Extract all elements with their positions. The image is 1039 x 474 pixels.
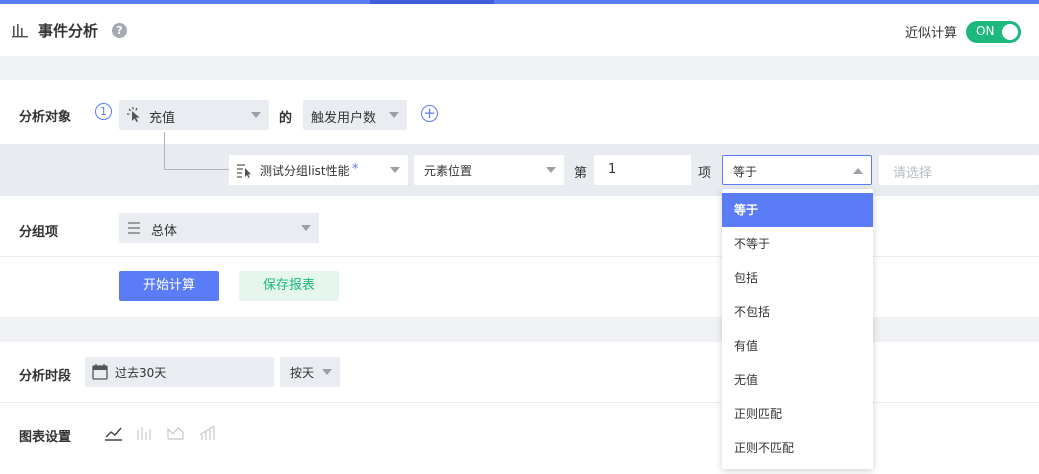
metric-select[interactable]: 触发用户数 (303, 100, 407, 130)
chevron-down-icon (322, 369, 332, 375)
date-range-select[interactable]: 过去30天 (85, 357, 274, 387)
calendar-icon (92, 364, 108, 380)
list-icon (128, 222, 140, 234)
plus-icon: + (423, 104, 436, 122)
index-input[interactable]: 1 (594, 155, 691, 185)
cursor-click-icon (127, 107, 140, 122)
divider (0, 256, 1039, 257)
property-select[interactable]: 测试分组list性能 * (229, 155, 408, 185)
divider (0, 402, 1039, 403)
operator-select[interactable]: 等于 (722, 155, 872, 185)
granularity-select[interactable]: 按天 (280, 357, 340, 387)
operator-dropdown: 等于 不等于 包括 不包括 有值 无值 正则匹配 正则不匹配 (722, 189, 873, 469)
operator-option[interactable]: 正则不匹配 (722, 431, 873, 465)
area-chart-icon[interactable] (166, 423, 186, 443)
help-icon[interactable]: ? (112, 23, 127, 38)
approx-calc-toggle[interactable]: ON (966, 21, 1021, 43)
operator-option[interactable]: 不包括 (722, 295, 873, 329)
property-select-value: 测试分组list性能 (260, 164, 350, 178)
bar-chart-icon (12, 24, 28, 38)
add-metric-button[interactable]: + (421, 105, 438, 122)
page-title: 事件分析 (38, 22, 99, 40)
xiang-label: 项 (698, 166, 712, 181)
of-label: 的 (279, 111, 293, 126)
operator-option[interactable]: 无值 (722, 363, 873, 397)
event-select[interactable]: 充值 (119, 100, 269, 130)
chevron-down-icon (546, 167, 556, 173)
chevron-up-icon (853, 168, 863, 174)
period-label: 分析时段 (19, 369, 72, 384)
approx-calc-label: 近似计算 (905, 26, 958, 41)
chevron-down-icon (390, 167, 400, 173)
filter-value-input[interactable]: 请选择 (879, 155, 1039, 185)
save-report-button[interactable]: 保存报表 (239, 271, 339, 301)
chevron-down-icon (251, 112, 261, 118)
group-label: 分组项 (19, 225, 59, 240)
group-select-value: 总体 (151, 224, 178, 239)
operator-option[interactable]: 正则匹配 (722, 397, 873, 431)
operator-option[interactable]: 有值 (722, 329, 873, 363)
required-mark: * (352, 162, 359, 177)
filter-value-placeholder: 请选择 (893, 166, 933, 181)
metric-select-value: 触发用户数 (311, 111, 377, 126)
start-calc-button[interactable]: 开始计算 (119, 271, 219, 301)
analysis-target-label: 分析对象 (19, 110, 72, 125)
operator-option[interactable]: 等于 (722, 193, 873, 227)
filter-connector-line (164, 132, 165, 170)
toggle-knob (1002, 24, 1018, 40)
step-number-badge: 1 (95, 103, 112, 120)
line-chart-icon[interactable] (104, 423, 124, 443)
list-cursor-icon (237, 164, 251, 178)
event-select-value: 充值 (149, 111, 176, 126)
operator-option[interactable]: 不等于 (722, 227, 873, 261)
operator-option[interactable]: 包括 (722, 261, 873, 295)
chevron-down-icon (389, 112, 399, 118)
chart-settings-label: 图表设置 (19, 430, 72, 445)
toggle-label: ON (976, 24, 995, 38)
group-select[interactable]: 总体 (119, 213, 319, 243)
position-select-value: 元素位置 (424, 164, 473, 178)
filter-connector-line (164, 169, 230, 170)
position-select[interactable]: 元素位置 (414, 155, 564, 185)
di-label: 第 (574, 166, 588, 181)
bar-chart-icon[interactable] (134, 423, 154, 443)
index-input-value: 1 (608, 162, 617, 177)
operator-select-value: 等于 (733, 165, 758, 179)
date-range-value: 过去30天 (115, 366, 167, 380)
granularity-value: 按天 (290, 366, 315, 380)
stacked-bar-icon[interactable] (198, 423, 218, 443)
page-header: 事件分析 ? 近似计算 ON (0, 4, 1039, 56)
chevron-down-icon (301, 225, 311, 231)
